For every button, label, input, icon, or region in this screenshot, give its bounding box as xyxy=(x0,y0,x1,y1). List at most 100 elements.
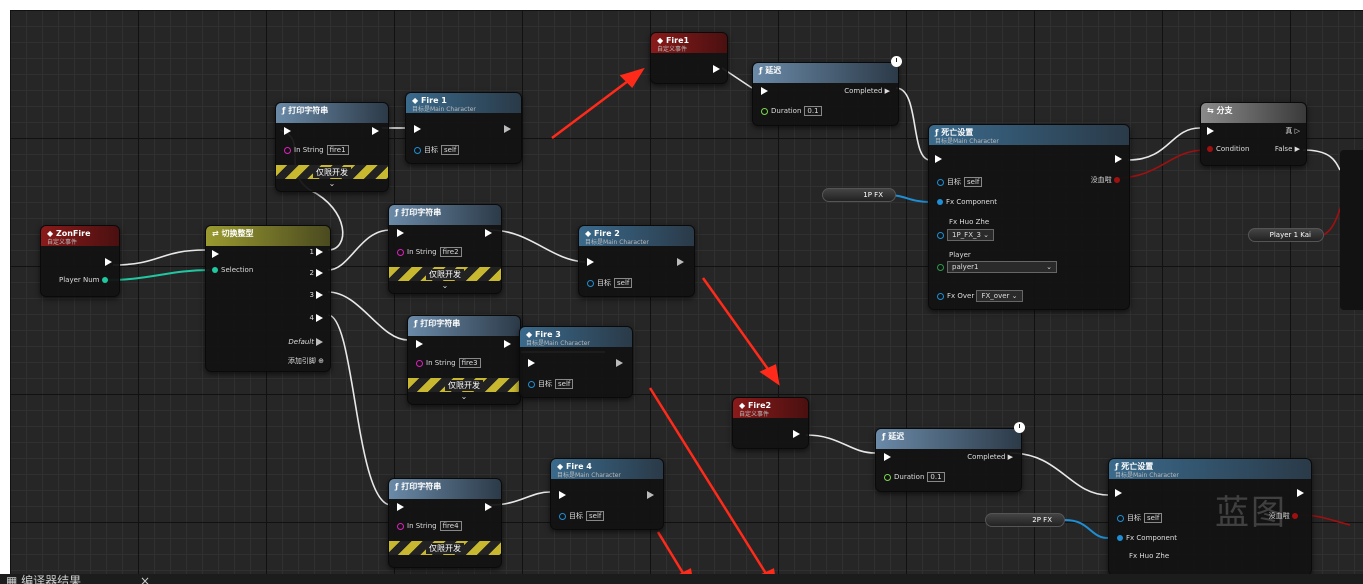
exec-out-pin[interactable] xyxy=(793,430,800,438)
fire1-call-node[interactable]: ◆ Fire 1 目标是Main Character 目标 self xyxy=(405,92,522,164)
exec-in-pin[interactable] xyxy=(1207,127,1214,135)
fire2-call-node[interactable]: ◆ Fire 2 目标是Main Character 目标 self xyxy=(578,225,695,297)
target-field[interactable]: self xyxy=(555,379,574,389)
exec-out-pin[interactable] xyxy=(1115,155,1122,163)
fire3-call-node[interactable]: ◆ Fire 3 目标是Main Character 目标 self xyxy=(519,326,633,398)
exec-in-pin[interactable] xyxy=(559,491,566,499)
chevron-down-icon[interactable]: ⌄ xyxy=(389,281,501,290)
print-string-node-2[interactable]: ƒ 打印字符串 In String fire2 仅限开发 ⌄ xyxy=(388,204,502,294)
variable-1p-fx[interactable]: 1P FX xyxy=(822,188,896,202)
bool-pin-icon[interactable] xyxy=(1292,513,1298,519)
exec-in-pin[interactable] xyxy=(414,125,421,133)
exec-in-pin[interactable] xyxy=(397,503,404,511)
delay-node-2[interactable]: ƒ 延迟 Completed ▶ Duration 0.1 xyxy=(875,422,1025,492)
exec-in-pin[interactable] xyxy=(761,87,768,95)
exec-out-pin[interactable] xyxy=(713,65,720,73)
fx-over-dropdown[interactable]: FX_over ⌄ xyxy=(976,290,1023,302)
node-title: 死亡设置 xyxy=(1121,462,1154,471)
exec-in-pin[interactable] xyxy=(587,258,594,266)
object-pin-icon[interactable] xyxy=(937,178,944,186)
exec-out-pin[interactable] xyxy=(105,258,112,266)
exec-out-pin[interactable] xyxy=(677,258,684,266)
bool-pin-icon[interactable] xyxy=(1207,146,1213,152)
print-string-node-3[interactable]: ƒ 打印字符串 In String fire3 仅限开发 ⌄ xyxy=(407,315,521,405)
object-pin-icon[interactable] xyxy=(1117,535,1123,541)
string-pin-icon[interactable] xyxy=(397,522,404,530)
target-field[interactable]: self xyxy=(964,177,983,187)
exec-out-pin[interactable] xyxy=(504,340,511,348)
object-pin-icon[interactable] xyxy=(559,512,566,520)
string-pin-icon[interactable] xyxy=(397,248,404,256)
target-field[interactable]: self xyxy=(614,278,633,288)
exec-out-pin[interactable] xyxy=(485,229,492,237)
exec-out-pin[interactable] xyxy=(616,359,623,367)
in-string-field[interactable]: fire1 xyxy=(326,145,349,155)
exec-out-pin[interactable] xyxy=(316,269,323,277)
exec-in-pin[interactable] xyxy=(397,229,404,237)
exec-in-pin[interactable] xyxy=(935,155,942,163)
object-pin-icon[interactable] xyxy=(587,279,594,287)
enum-pin-icon[interactable] xyxy=(937,263,944,271)
exec-in-pin[interactable] xyxy=(284,127,291,135)
object-pin-icon[interactable] xyxy=(937,199,943,205)
float-pin-icon[interactable] xyxy=(884,473,891,481)
node-subtitle: 自定义事件 xyxy=(657,46,688,53)
target-field[interactable]: self xyxy=(586,511,605,521)
chevron-down-icon[interactable]: ⌄ xyxy=(276,179,388,188)
target-field[interactable]: self xyxy=(441,145,460,155)
add-pin-button[interactable]: 添加引脚 ⊕ xyxy=(288,356,324,366)
exec-out-pin[interactable] xyxy=(1297,489,1304,497)
print-string-node-4[interactable]: ƒ 打印字符串 In String fire4 仅限开发 xyxy=(388,478,502,568)
bool-pin-icon[interactable] xyxy=(1114,177,1120,183)
int-pin-icon[interactable] xyxy=(101,277,108,283)
exec-out-pin[interactable] xyxy=(372,127,379,135)
variable-player-1-kai[interactable]: Player 1 Kai xyxy=(1248,228,1324,242)
in-string-field[interactable]: fire4 xyxy=(439,521,462,531)
fire1-event-node[interactable]: ◆ Fire1 自定义事件 xyxy=(650,32,728,84)
exec-in-pin[interactable] xyxy=(884,453,891,461)
close-icon[interactable]: × xyxy=(140,574,150,584)
object-pin-icon[interactable] xyxy=(528,380,535,388)
exec-out-pin[interactable] xyxy=(316,314,323,322)
switch-int-node[interactable]: ⇄ 切换整型 Selection 1 2 3 4 Default 添加引脚 ⊕ xyxy=(205,225,331,372)
int-pin-icon[interactable] xyxy=(212,267,218,273)
exec-out-pin[interactable] xyxy=(504,125,511,133)
variable-2p-fx[interactable]: 2P FX xyxy=(985,513,1065,527)
object-pin-icon[interactable] xyxy=(937,231,944,239)
in-string-field[interactable]: fire2 xyxy=(439,247,462,257)
zonfire-event-node[interactable]: ◆ ZonFire 自定义事件 Player Num xyxy=(40,225,120,297)
compiler-results-tab[interactable]: ▦ 编译器结果 xyxy=(6,574,81,584)
object-pin-icon[interactable] xyxy=(1117,514,1124,522)
delay-node-1[interactable]: ƒ 延迟 Completed ▶ Duration 0.1 xyxy=(752,56,902,126)
exec-out-pin[interactable] xyxy=(485,503,492,511)
in-string-field[interactable]: fire3 xyxy=(458,358,481,368)
branch-node[interactable]: ⇆ 分支 真 ▷ Condition False ▶ xyxy=(1200,102,1307,166)
fire2-event-node[interactable]: ◆ Fire2 自定义事件 xyxy=(732,397,809,449)
string-pin-icon[interactable] xyxy=(416,359,423,367)
fire4-call-node[interactable]: ◆ Fire 4 目标是Main Character 目标 self xyxy=(550,458,664,530)
fx-huo-zhe-dropdown[interactable]: 1P_FX_3 ⌄ xyxy=(947,229,995,241)
pin-row: 目标 self xyxy=(528,379,574,389)
exec-out-pin[interactable] xyxy=(316,248,323,256)
exec-in-pin[interactable] xyxy=(416,340,423,348)
duration-field[interactable]: 0.1 xyxy=(927,472,945,482)
red-arrow xyxy=(656,531,686,574)
object-pin-icon[interactable] xyxy=(937,292,944,300)
exec-out-pin[interactable] xyxy=(316,291,323,299)
float-pin-icon[interactable] xyxy=(761,107,768,115)
player-dropdown[interactable]: palyer1 ⌄ xyxy=(947,261,1057,273)
exec-in-pin[interactable] xyxy=(1115,489,1122,497)
blueprint-graph[interactable]: ◆ ZonFire 自定义事件 Player Num ⇄ 切换整型 Selecti… xyxy=(10,10,1363,574)
exec-in-pin[interactable] xyxy=(528,359,535,367)
duration-field[interactable]: 0.1 xyxy=(804,106,822,116)
death-setting-node-1[interactable]: ƒ 死亡设置 目标是Main Character 目标 self 没血啦 Fx Co… xyxy=(928,124,1130,310)
string-pin-icon[interactable] xyxy=(284,146,291,154)
node-header: ◆ Fire 3 目标是Main Character xyxy=(520,327,632,347)
exec-out-pin[interactable] xyxy=(647,491,654,499)
print-string-node-1[interactable]: ƒ 打印字符串 In String fire1 仅限开发 ⌄ xyxy=(275,102,389,192)
target-field[interactable]: self xyxy=(1144,513,1163,523)
chevron-down-icon[interactable]: ⌄ xyxy=(408,392,520,401)
exec-in-pin[interactable] xyxy=(212,250,219,258)
object-pin-icon[interactable] xyxy=(414,146,421,154)
exec-out-pin-default[interactable] xyxy=(316,338,323,346)
